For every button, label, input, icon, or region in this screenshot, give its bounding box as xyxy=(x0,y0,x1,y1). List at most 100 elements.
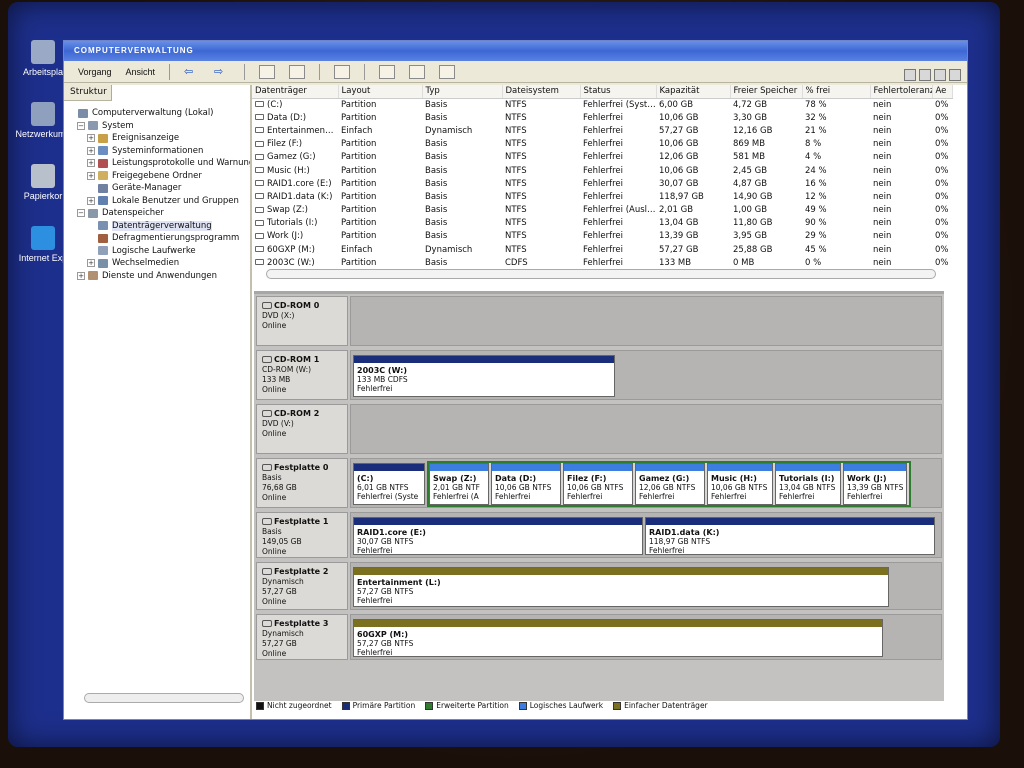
menu-action[interactable]: Vorgang xyxy=(78,67,112,77)
partition-simple[interactable]: 60GXP (M:) 57,27 GB NTFS Fehlerfrei xyxy=(353,619,883,657)
console-maximize-button[interactable] xyxy=(934,69,946,81)
system-info-icon xyxy=(98,146,108,156)
collapse-icon[interactable]: − xyxy=(77,209,85,218)
volume-row[interactable]: Work (J:) Partition Basis NTFS Fehlerfrei 13,… xyxy=(252,230,952,243)
tree-node[interactable]: + Leistungsprotokolle und Warnung xyxy=(64,157,250,170)
volume-row[interactable]: 60GXP (M:) Einfach Dynamisch NTFS Fehlerfrei… xyxy=(252,243,952,256)
partition-logical[interactable]: Filez (F:) 10,06 GB NTFS Fehlerfrei xyxy=(563,463,633,505)
volume-list-scrollbar[interactable] xyxy=(266,269,936,279)
expand-icon[interactable]: + xyxy=(87,259,95,268)
disk-l2: 133 MB xyxy=(262,375,291,384)
tree-node[interactable]: Logische Laufwerke xyxy=(64,245,250,258)
tree-horizontal-scrollbar[interactable] xyxy=(84,693,244,703)
show-hide-tree-icon[interactable] xyxy=(289,64,306,79)
partition-status: Fehlerfrei (A xyxy=(433,492,479,501)
collapse-icon[interactable]: − xyxy=(77,121,85,130)
title-bar[interactable]: COMPUTERVERWALTUNG xyxy=(64,41,967,61)
tree-node[interactable]: Datenträgerverwaltung xyxy=(64,220,250,233)
back-arrow-icon[interactable]: ⇦ xyxy=(184,65,200,79)
partition-logical[interactable]: Gamez (G:) 12,06 GB NTFS Fehlerfrei xyxy=(635,463,705,505)
partition-logical[interactable]: Work (J:) 13,39 GB NTFS Fehlerfrei xyxy=(843,463,907,505)
volume-cell: Partition xyxy=(341,231,377,242)
legend-item: Primäre Partition xyxy=(341,701,415,710)
tree-node[interactable]: Defragmentierungsprogramm xyxy=(64,232,250,245)
disk-label[interactable]: Festplatte 3 Dynamisch 57,27 GB Online xyxy=(256,614,348,660)
tree-node[interactable]: Computerverwaltung (Lokal) xyxy=(64,107,250,120)
column-header[interactable]: Layout xyxy=(338,85,423,99)
disk-name-text: CD-ROM 0 xyxy=(274,301,320,310)
partition-primary[interactable]: (C:) 6,01 GB NTFS Fehlerfrei (Syste xyxy=(353,463,425,505)
volume-row[interactable]: Data (D:) Partition Basis NTFS Fehlerfrei 10,… xyxy=(252,111,952,124)
expand-icon[interactable]: + xyxy=(77,271,85,280)
partition-info: 57,27 GB NTFS xyxy=(357,639,414,648)
partition-logical[interactable]: Music (H:) 10,06 GB NTFS Fehlerfrei xyxy=(707,463,773,505)
disk-label[interactable]: CD-ROM 1 CD-ROM (W:) 133 MB Online xyxy=(256,350,348,400)
column-header[interactable]: Dateisystem xyxy=(502,85,581,99)
forward-arrow-icon[interactable]: ⇨ xyxy=(214,65,230,79)
disk-label[interactable]: Festplatte 1 Basis 149,05 GB Online xyxy=(256,512,348,558)
tree-node[interactable]: + Wechselmedien xyxy=(64,257,250,270)
expand-icon[interactable]: + xyxy=(87,171,95,180)
volume-cell: Partition xyxy=(341,112,377,123)
tree-node[interactable]: + Systeminformationen xyxy=(64,145,250,158)
volume-row[interactable]: Music (H:) Partition Basis NTFS Fehlerfrei 10… xyxy=(252,164,952,177)
column-header[interactable]: % frei xyxy=(802,85,871,99)
partition-primary[interactable]: 2003C (W:) 133 MB CDFS Fehlerfrei xyxy=(353,355,615,397)
partition-primary[interactable]: RAID1.core (E:) 30,07 GB NTFS Fehlerfrei xyxy=(353,517,643,555)
disk-label[interactable]: Festplatte 2 Dynamisch 57,27 GB Online xyxy=(256,562,348,610)
up-folder-icon[interactable] xyxy=(259,64,276,79)
console-close-button[interactable] xyxy=(949,69,961,81)
volume-row[interactable]: RAID1.data (K:) Partition Basis NTFS Fehlerf… xyxy=(252,190,952,203)
disk-l1: Dynamisch xyxy=(262,577,304,586)
partition-primary[interactable]: RAID1.data (K:) 118,97 GB NTFS Fehlerfrei xyxy=(645,517,935,555)
volume-row[interactable]: Entertainmen… Einfach Dynamisch NTFS Fehlerf… xyxy=(252,124,952,137)
tree-node[interactable]: + Dienste und Anwendungen xyxy=(64,270,250,283)
tab-structure[interactable]: Struktur xyxy=(64,85,112,101)
column-header[interactable]: Ae xyxy=(932,85,953,99)
volume-row[interactable]: RAID1.core (E:) Partition Basis NTFS Fehlerf… xyxy=(252,177,952,190)
properties-icon[interactable] xyxy=(409,64,426,79)
export-list-icon[interactable] xyxy=(439,64,456,79)
tree-node[interactable]: Geräte-Manager xyxy=(64,182,250,195)
console-minimize-button[interactable] xyxy=(904,69,916,81)
expand-icon[interactable]: + xyxy=(87,159,95,168)
column-header[interactable]: Kapazität xyxy=(656,85,731,99)
volume-cell: 57,27 GB xyxy=(659,244,699,255)
partition-logical[interactable]: Swap (Z:) 2,01 GB NTF Fehlerfrei (A xyxy=(429,463,489,505)
toolbar-separator xyxy=(319,63,321,80)
refresh-icon[interactable] xyxy=(379,64,396,79)
tree-node[interactable]: − System xyxy=(64,120,250,133)
disk-label[interactable]: CD-ROM 2 DVD (V:) Online xyxy=(256,404,348,454)
volume-row[interactable]: 2003C (W:) Partition Basis CDFS Fehlerfrei 13… xyxy=(252,256,952,269)
volume-cell: 24 % xyxy=(805,165,827,176)
volume-row[interactable]: Tutorials (I:) Partition Basis NTFS Fehlerfr… xyxy=(252,217,952,230)
expand-icon[interactable]: + xyxy=(87,146,95,155)
volume-row[interactable]: Filez (F:) Partition Basis NTFS Fehlerfrei 10… xyxy=(252,138,952,151)
menu-view[interactable]: Ansicht xyxy=(126,67,156,77)
tree-node[interactable]: − Datenspeicher xyxy=(64,207,250,220)
disk-label[interactable]: Festplatte 0 Basis 76,68 GB Online xyxy=(256,458,348,508)
tree-node[interactable]: + Lokale Benutzer und Gruppen xyxy=(64,195,250,208)
partition-simple[interactable]: Entertainment (L:) 57,27 GB NTFS Fehlerfre… xyxy=(353,567,889,607)
column-header[interactable]: Fehlertoleranz xyxy=(870,85,933,99)
partition-logical[interactable]: Data (D:) 10,06 GB NTFS Fehlerfrei xyxy=(491,463,561,505)
volume-cell: 13,39 GB xyxy=(659,231,699,242)
column-header[interactable]: Status xyxy=(580,85,657,99)
column-header[interactable]: Datenträger xyxy=(252,85,339,99)
volume-row[interactable]: Swap (Z:) Partition Basis NTFS Fehlerfrei (A… xyxy=(252,204,952,217)
console-restore-button[interactable] xyxy=(919,69,931,81)
volume-cell: Basis xyxy=(425,152,448,163)
partition-logical[interactable]: Tutorials (I:) 13,04 GB NTFS Fehlerfrei xyxy=(775,463,841,505)
expand-icon[interactable]: + xyxy=(87,196,95,205)
volume-row[interactable]: (C:) Partition Basis NTFS Fehlerfrei (Syst… 6… xyxy=(252,98,952,111)
column-header[interactable]: Freier Speicher xyxy=(730,85,803,99)
expand-icon[interactable]: + xyxy=(87,134,95,143)
volume-cell: 0 MB xyxy=(733,257,755,268)
tree-node[interactable]: + Ereignisanzeige xyxy=(64,132,250,145)
disk-l1: DVD (V:) xyxy=(262,419,294,428)
disk-label[interactable]: CD-ROM 0 DVD (X:) Online xyxy=(256,296,348,346)
tree-node[interactable]: + Freigegebene Ordner xyxy=(64,170,250,183)
column-header[interactable]: Typ xyxy=(422,85,503,99)
volume-row[interactable]: Gamez (G:) Partition Basis NTFS Fehlerfrei 12… xyxy=(252,151,952,164)
help-icon[interactable] xyxy=(334,64,351,79)
